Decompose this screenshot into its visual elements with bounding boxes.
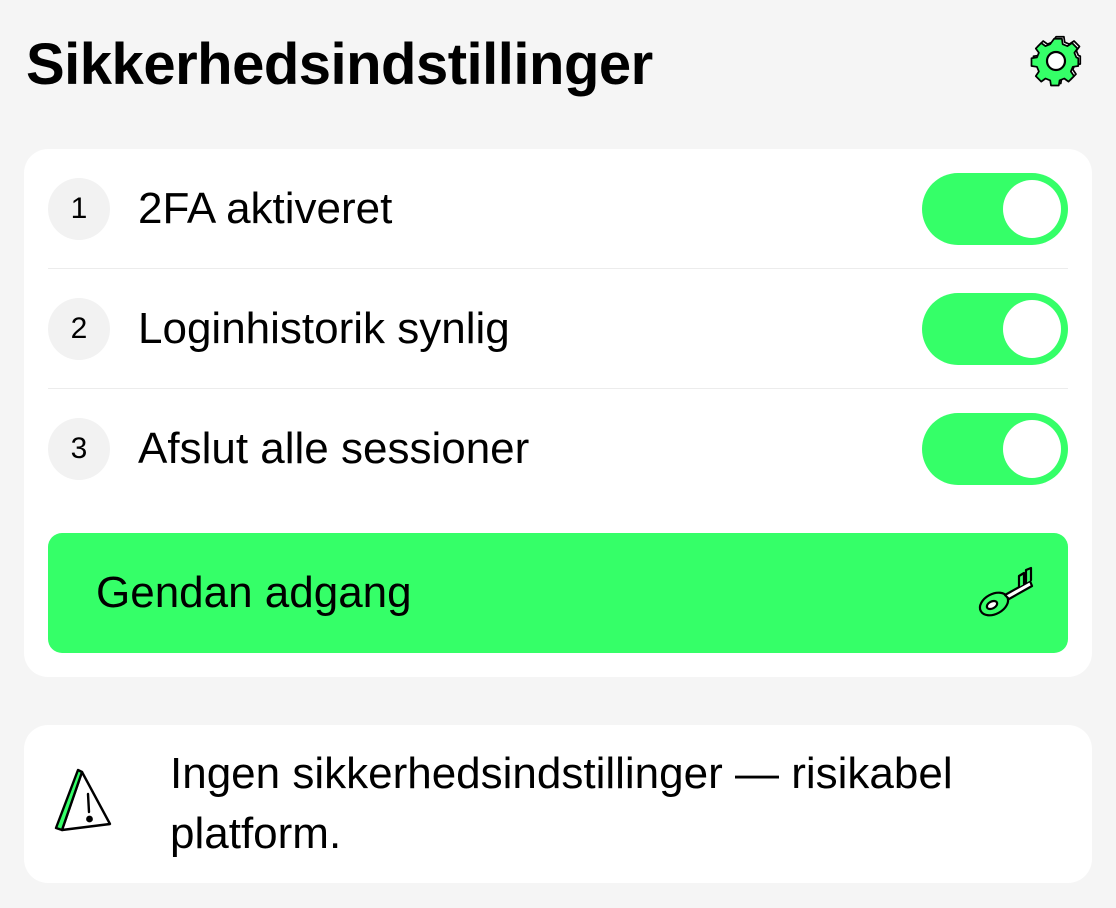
row-number-badge: 1 (48, 177, 110, 240)
key-icon (978, 566, 1034, 617)
setting-label: Afslut alle sessioner (138, 424, 530, 473)
settings-button[interactable] (1024, 28, 1088, 92)
restore-access-button[interactable]: Gendan adgang (48, 533, 1068, 653)
toggle-knob (1003, 179, 1061, 238)
restore-access-label: Gendan adgang (96, 568, 412, 617)
toggle-login-history[interactable] (922, 292, 1068, 365)
setting-label: Loginhistorik synlig (138, 303, 510, 353)
warning-icon (54, 768, 112, 832)
gear-icon (1030, 35, 1082, 87)
security-settings-card: 1 2FA aktiveret 2 Loginhistorik synlig 3… (24, 149, 1092, 677)
setting-label: 2FA aktiveret (138, 183, 393, 233)
security-settings-screen: Sikkerhedsindstillinger 1 2FA aktiveret (0, 0, 1116, 908)
page-title: Sikkerhedsindstillinger (26, 32, 653, 97)
warning-banner: Ingen sikkerhedsindstillinger — risikabe… (24, 725, 1092, 883)
warning-text: Ingen sikkerhedsindstillinger — risikabe… (170, 749, 953, 858)
setting-row-2fa: 1 2FA aktiveret (48, 149, 1068, 269)
setting-row-login-history: 2 Loginhistorik synlig (48, 269, 1068, 389)
toggle-knob (1003, 420, 1061, 478)
toggle-knob (1003, 299, 1061, 358)
setting-row-end-sessions: 3 Afslut alle sessioner (48, 389, 1068, 509)
row-number-badge: 3 (48, 418, 110, 480)
toggle-end-sessions[interactable] (922, 413, 1068, 485)
row-number-badge: 2 (48, 297, 110, 360)
toggle-2fa[interactable] (922, 172, 1068, 245)
header: Sikkerhedsindstillinger (24, 22, 1092, 108)
